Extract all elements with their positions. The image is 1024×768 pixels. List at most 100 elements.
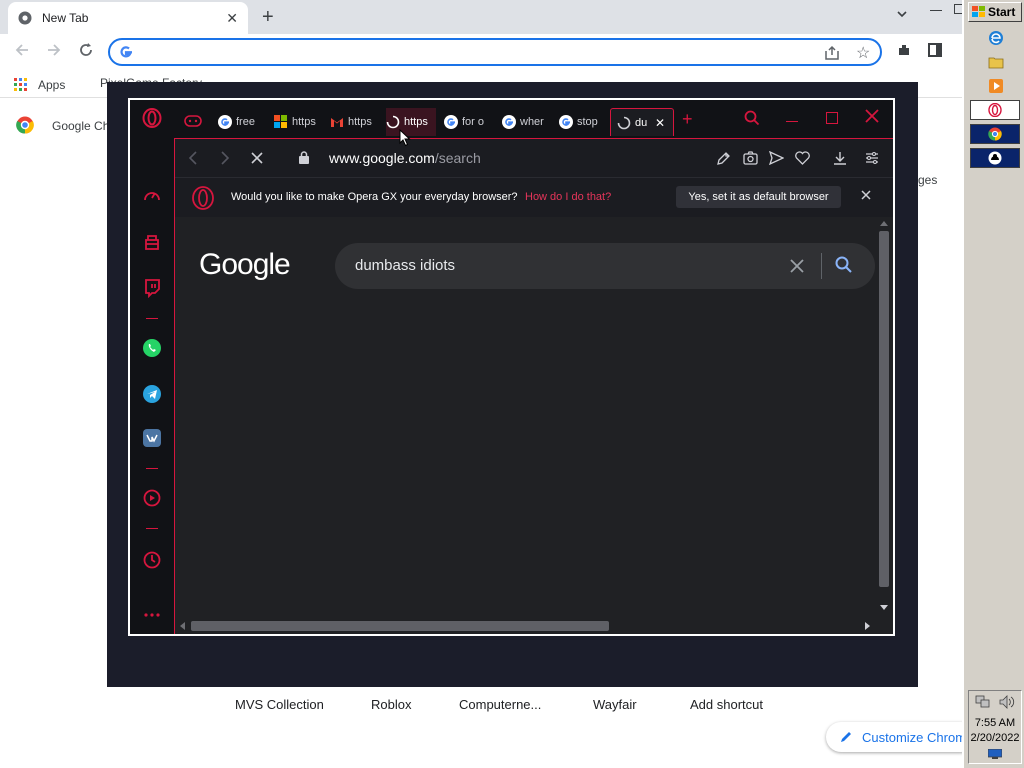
opera-tab-label: https <box>404 116 428 128</box>
horizontal-scrollbar[interactable] <box>175 617 877 634</box>
shortcut-roblox[interactable]: Roblox <box>371 697 411 712</box>
bookmark-apps[interactable]: Apps <box>38 78 65 92</box>
customize-chrome-button[interactable]: Customize Chrom <box>826 722 976 752</box>
search-icon[interactable] <box>835 256 853 274</box>
forward-arrow-icon[interactable] <box>46 42 62 58</box>
opera-tab-label: for o <box>462 116 485 128</box>
camera-icon[interactable] <box>743 151 758 165</box>
chrome-icon <box>18 11 32 25</box>
minimize-button[interactable] <box>786 121 798 122</box>
scroll-right-arrow[interactable] <box>865 622 870 630</box>
address-url[interactable]: www.google.com/search <box>329 150 481 166</box>
download-icon[interactable] <box>833 151 847 165</box>
new-tab-plus-icon[interactable]: + <box>682 109 693 130</box>
opera-tab-label: https <box>348 116 372 128</box>
internet-explorer-icon[interactable] <box>988 30 1004 46</box>
speedometer-icon[interactable] <box>142 186 162 206</box>
opera-tab-label: stop <box>577 116 598 128</box>
google-icon <box>218 115 232 129</box>
banner-help-link[interactable]: How do I do that? <box>525 191 611 203</box>
opera-logo-icon[interactable] <box>142 108 162 128</box>
history-clock-icon[interactable] <box>142 550 162 570</box>
side-panel-icon[interactable] <box>928 43 942 57</box>
apps-grid-icon[interactable] <box>14 78 28 92</box>
back-arrow-icon[interactable] <box>187 151 199 165</box>
back-arrow-icon[interactable] <box>14 42 30 58</box>
opera-tab[interactable]: https <box>330 108 384 136</box>
gamepad-icon[interactable] <box>184 115 202 127</box>
opera-tab[interactable]: free <box>218 108 272 136</box>
chrome-omnibox[interactable]: ☆ <box>108 38 882 66</box>
network-icon[interactable] <box>975 695 991 709</box>
stop-loading-icon[interactable] <box>251 152 263 164</box>
start-button[interactable]: Start <box>968 2 1022 22</box>
shortcut-add[interactable]: Add shortcut <box>690 697 763 712</box>
shortcut-computerne[interactable]: Computerne... <box>459 697 541 712</box>
opera-tab-active[interactable]: du ✕ <box>610 108 674 136</box>
clock-time[interactable]: 7:55 AM <box>969 717 1021 729</box>
scroll-down-arrow[interactable] <box>880 605 888 610</box>
bookmark-star-icon[interactable]: ☆ <box>856 43 870 63</box>
share-icon[interactable] <box>824 45 840 61</box>
gx-store-icon[interactable] <box>142 232 162 252</box>
show-desktop-icon[interactable] <box>988 749 1002 759</box>
close-window-button[interactable] <box>864 108 880 124</box>
new-tab-button[interactable]: + <box>262 6 274 29</box>
banner-question: Would you like to make Opera GX your eve… <box>231 191 518 203</box>
taskbar-item-opera[interactable] <box>970 100 1020 120</box>
taskbar-item-chrome[interactable] <box>970 124 1020 144</box>
search-icon[interactable] <box>744 110 760 126</box>
system-tray: 7:55 AM 2/20/2022 <box>968 690 1022 764</box>
media-player-icon[interactable] <box>988 78 1004 94</box>
scroll-thumb[interactable] <box>879 231 889 587</box>
opera-tab[interactable]: for o <box>444 108 496 136</box>
close-icon[interactable] <box>861 190 871 200</box>
opera-tab[interactable]: stop <box>559 108 611 136</box>
reload-icon[interactable] <box>78 42 94 58</box>
opera-tab[interactable]: https <box>274 108 328 136</box>
windows-flag-icon <box>972 6 986 18</box>
minimize-button[interactable] <box>930 10 942 11</box>
vertical-scrollbar[interactable] <box>877 217 891 617</box>
telegram-icon[interactable] <box>142 384 162 404</box>
search-query-input[interactable]: dumbass idiots <box>355 257 455 274</box>
forward-arrow-icon[interactable] <box>219 151 231 165</box>
whatsapp-icon[interactable] <box>142 338 162 358</box>
google-chrome-chip[interactable]: Google Ch <box>52 119 109 133</box>
sidebar-separator <box>146 468 158 469</box>
taskbar-item-app[interactable] <box>970 148 1020 168</box>
send-icon[interactable] <box>769 151 784 165</box>
player-icon[interactable] <box>142 488 162 508</box>
twitch-icon[interactable] <box>142 278 162 298</box>
set-default-button[interactable]: Yes, set it as default browser <box>676 186 841 208</box>
opera-tab[interactable]: wher <box>502 108 554 136</box>
maximize-button[interactable] <box>826 112 838 124</box>
scroll-left-arrow[interactable] <box>180 622 185 630</box>
google-search-box[interactable]: dumbass idiots <box>335 243 875 289</box>
clock-date[interactable]: 2/20/2022 <box>969 732 1021 744</box>
edit-share-icon[interactable] <box>717 151 731 165</box>
clear-search-icon[interactable] <box>789 258 805 274</box>
volume-icon[interactable] <box>999 695 1015 709</box>
scroll-thumb[interactable] <box>191 621 609 631</box>
easy-setup-icon[interactable] <box>865 151 879 165</box>
close-icon[interactable]: ✕ <box>226 10 238 27</box>
opera-tab-hovered[interactable]: https <box>386 108 436 136</box>
sidebar-separator <box>146 318 158 319</box>
close-icon[interactable]: ✕ <box>655 116 665 130</box>
extensions-icon[interactable] <box>896 42 912 58</box>
opera-content-area: www.google.com/search Would you like to … <box>174 138 893 634</box>
vk-icon[interactable] <box>142 428 162 448</box>
heart-icon[interactable] <box>795 151 810 165</box>
windows-taskbar: Start 7:55 AM 2/20/2022 <box>962 0 1024 768</box>
chrome-tab-new-tab[interactable]: New Tab ✕ <box>8 2 248 34</box>
scroll-up-arrow[interactable] <box>880 221 888 226</box>
shortcut-mvs-collection[interactable]: MVS Collection <box>235 697 324 712</box>
folder-icon[interactable] <box>988 54 1004 70</box>
more-dots-icon[interactable] <box>142 605 162 625</box>
google-logo[interactable]: Google <box>199 248 291 282</box>
chevron-down-icon[interactable] <box>896 8 908 20</box>
shortcut-wayfair[interactable]: Wayfair <box>593 697 637 712</box>
lock-icon[interactable] <box>299 151 309 164</box>
opera-tab-bar: free https https https for o wher stop d… <box>174 100 893 138</box>
